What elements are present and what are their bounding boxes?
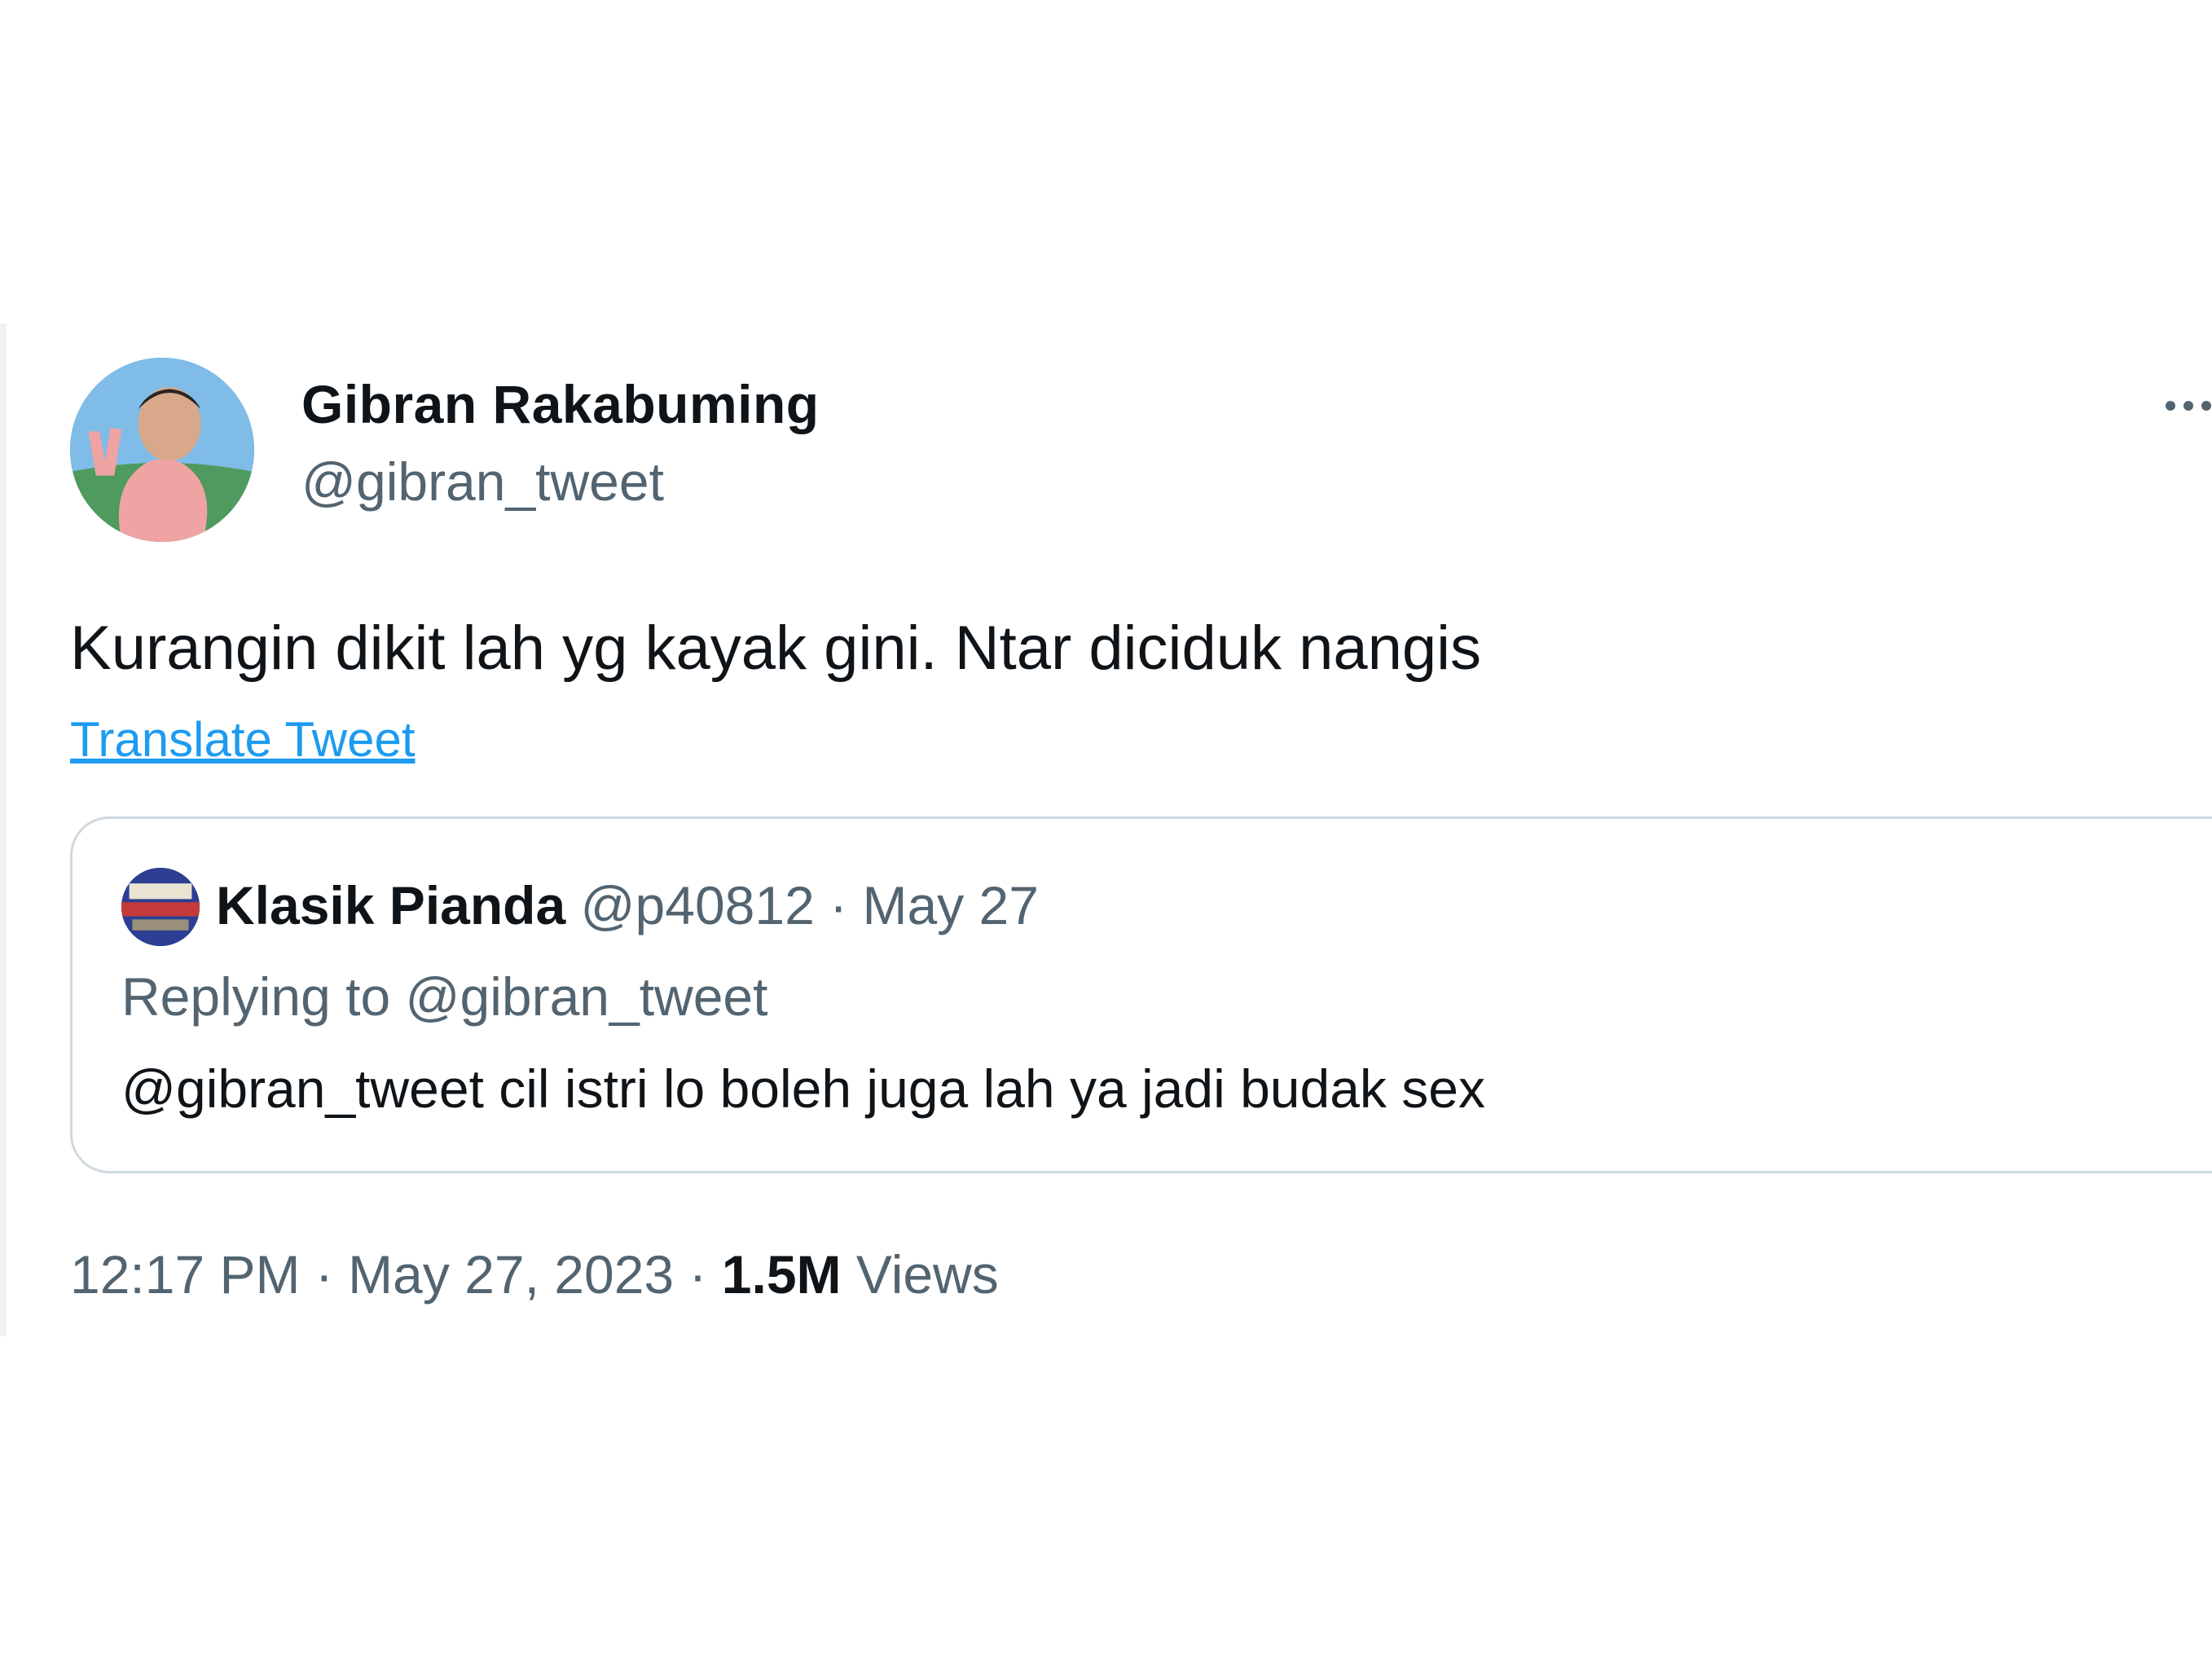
quoted-display-name: Klasik Pianda	[216, 875, 566, 935]
author-avatar[interactable]	[70, 358, 254, 542]
more-dot	[2166, 401, 2175, 411]
quoted-date: May 27	[862, 875, 1039, 935]
tweet-time[interactable]: 12:17 PM	[70, 1244, 301, 1305]
author-handle[interactable]: @gibran_tweet	[301, 451, 664, 513]
views-count: 1.5M	[721, 1244, 842, 1305]
metadata-separator: ·	[688, 1244, 707, 1305]
quoted-text: @gibran_tweet cil istri lo boleh juga la…	[121, 1058, 1485, 1119]
quoted-author-avatar	[121, 868, 200, 946]
more-dot	[2183, 401, 2193, 411]
quoted-replying-to: Replying to @gibran_tweet	[121, 966, 768, 1027]
tweet-card: Gibran Rakabuming @gibran_tweet Kurangin…	[0, 0, 2212, 1659]
quoted-tweet-card[interactable]: Klasik Pianda @p40812 · May 27 Replying …	[70, 816, 2212, 1173]
quoted-header: Klasik Pianda @p40812 · May 27	[216, 874, 1039, 936]
author-display-name[interactable]: Gibran Rakabuming	[301, 373, 820, 435]
avatar-image	[70, 358, 254, 542]
more-icon[interactable]	[2166, 389, 2212, 422]
thread-border	[0, 323, 7, 1336]
quoted-handle: @p40812	[580, 875, 815, 935]
tweet-date[interactable]: May 27, 2023	[348, 1244, 674, 1305]
more-dot	[2201, 401, 2211, 411]
views-label: Views	[855, 1244, 999, 1305]
metadata-separator: ·	[314, 1244, 333, 1305]
tweet-text: Kurangin dikit lah yg kayak gini. Ntar d…	[70, 614, 1482, 683]
tweet-metadata: 12:17 PM · May 27, 2023 · 1.5M Views	[70, 1243, 999, 1305]
translate-tweet-link[interactable]: Translate Tweet	[70, 711, 416, 768]
quoted-separator: ·	[829, 875, 848, 935]
quoted-avatar-image	[121, 868, 200, 946]
